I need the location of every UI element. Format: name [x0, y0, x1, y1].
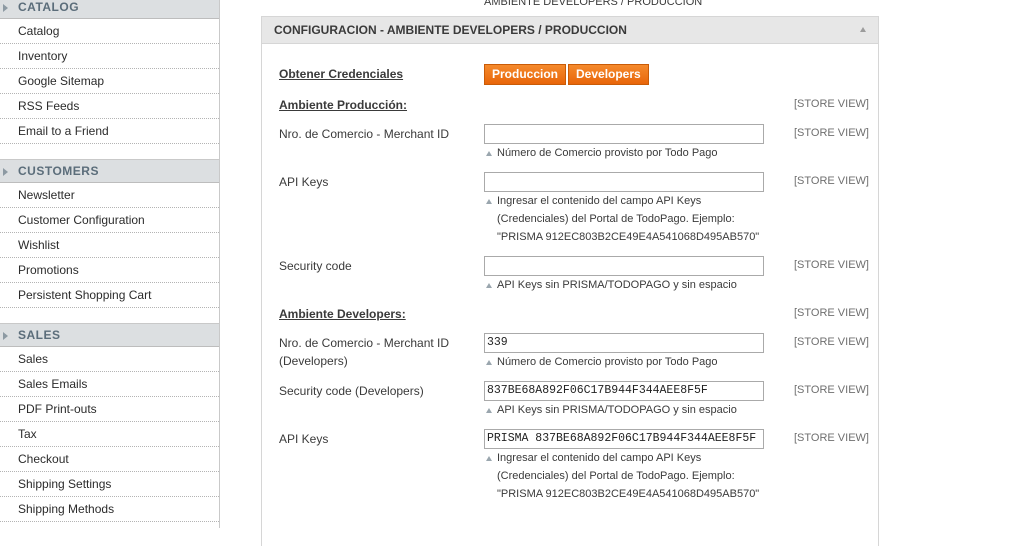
scope-label: [STORE VIEW] — [794, 307, 869, 319]
credentials-label: Obtener Credenciales — [279, 67, 404, 81]
sidebar-section-title: SALES — [18, 328, 61, 342]
note-arrow-icon — [486, 283, 492, 288]
prod-merchant-label: Nro. de Comercio - Merchant ID — [279, 127, 450, 141]
sidebar-item-inventory[interactable]: Inventory — [0, 44, 219, 69]
note-arrow-icon — [486, 408, 492, 413]
sidebar-section-customers[interactable]: CUSTOMERS — [0, 160, 219, 183]
sidebar-item-persistent-shopping-cart[interactable]: Persistent Shopping Cart — [0, 283, 219, 308]
produccion-button[interactable]: Produccion — [484, 64, 567, 85]
sidebar-item-checkout[interactable]: Checkout — [0, 447, 219, 472]
dev-merchant-input[interactable]: 339 — [484, 333, 764, 353]
config-sidebar: CATALOG Catalog Inventory Google Sitemap… — [0, 0, 220, 528]
sidebar-item-rss-feeds[interactable]: RSS Feeds — [0, 94, 219, 119]
sidebar-item-shipping-methods[interactable]: Shipping Methods — [0, 497, 219, 522]
prod-heading: Ambiente Producción: — [279, 98, 408, 112]
fieldset-header[interactable]: CONFIGURACION - AMBIENTE DEVELOPERS / PR… — [262, 17, 878, 44]
previous-section-title: AMBIENTE DEVELOPERS / PRODUCCION — [484, 0, 703, 8]
sidebar-item-promotions[interactable]: Promotions — [0, 258, 219, 283]
dev-apikeys-input[interactable]: PRISMA 837BE68A892F06C17B944F344AEE8F5F — [484, 429, 764, 449]
sidebar-item-sales[interactable]: Sales — [0, 347, 219, 372]
sidebar-item-customer-configuration[interactable]: Customer Configuration — [0, 208, 219, 233]
sidebar-item-tax[interactable]: Tax — [0, 422, 219, 447]
fieldset-title: CONFIGURACION - AMBIENTE DEVELOPERS / PR… — [274, 23, 627, 37]
dev-merchant-note: Número de Comercio provisto por Todo Pag… — [484, 353, 774, 371]
scope-label: [STORE VIEW] — [794, 432, 869, 444]
developers-button[interactable]: Developers — [568, 64, 649, 85]
expand-arrow-icon — [3, 4, 8, 12]
sidebar-section-title: CATALOG — [18, 0, 80, 14]
prod-merchant-note: Número de Comercio provisto por Todo Pag… — [484, 144, 774, 162]
scope-label: [STORE VIEW] — [794, 127, 869, 139]
prod-apikeys-input[interactable] — [484, 172, 764, 192]
prod-apikeys-note: Ingresar el contenido del campo API Keys… — [484, 192, 774, 246]
prod-security-note: API Keys sin PRISMA/TODOPAGO y sin espac… — [484, 276, 774, 294]
scope-label: [STORE VIEW] — [794, 384, 869, 396]
dev-apikeys-label: API Keys — [279, 432, 329, 446]
sidebar-section-sales[interactable]: SALES — [0, 324, 219, 347]
dev-heading: Ambiente Developers: — [279, 307, 406, 321]
scope-label: [STORE VIEW] — [794, 98, 869, 110]
sidebar-item-sales-emails[interactable]: Sales Emails — [0, 372, 219, 397]
sidebar-item-wishlist[interactable]: Wishlist — [0, 233, 219, 258]
expand-arrow-icon — [3, 168, 8, 176]
sidebar-item-shipping-settings[interactable]: Shipping Settings — [0, 472, 219, 497]
scope-label: [STORE VIEW] — [794, 336, 869, 348]
sidebar-section-title: CUSTOMERS — [18, 164, 99, 178]
sidebar-item-pdf-print-outs[interactable]: PDF Print-outs — [0, 397, 219, 422]
scope-label: [STORE VIEW] — [794, 175, 869, 187]
prod-security-label: Security code — [279, 259, 352, 273]
sidebar-item-google-sitemap[interactable]: Google Sitemap — [0, 69, 219, 94]
prod-merchant-input[interactable] — [484, 124, 764, 144]
sidebar-item-email-to-a-friend[interactable]: Email to a Friend — [0, 119, 219, 144]
prod-apikeys-label: API Keys — [279, 175, 329, 189]
dev-security-note: API Keys sin PRISMA/TODOPAGO y sin espac… — [484, 401, 774, 419]
dev-security-label: Security code (Developers) — [279, 384, 424, 398]
section-divider — [0, 308, 219, 324]
note-arrow-icon — [486, 151, 492, 156]
collapse-arrow-icon[interactable] — [860, 27, 866, 32]
expand-arrow-icon — [3, 332, 8, 340]
sidebar-item-catalog[interactable]: Catalog — [0, 19, 219, 44]
dev-merchant-label: Nro. de Comercio - Merchant ID (Develope… — [279, 336, 450, 368]
note-arrow-icon — [486, 360, 492, 365]
note-arrow-icon — [486, 199, 492, 204]
sidebar-item-newsletter[interactable]: Newsletter — [0, 183, 219, 208]
dev-apikeys-note: Ingresar el contenido del campo API Keys… — [484, 449, 774, 503]
prod-security-input[interactable] — [484, 256, 764, 276]
note-arrow-icon — [486, 456, 492, 461]
dev-security-input[interactable]: 837BE68A892F06C17B944F344AEE8F5F — [484, 381, 764, 401]
section-divider — [0, 144, 219, 160]
scope-label: [STORE VIEW] — [794, 259, 869, 271]
sidebar-section-catalog[interactable]: CATALOG — [0, 0, 219, 19]
